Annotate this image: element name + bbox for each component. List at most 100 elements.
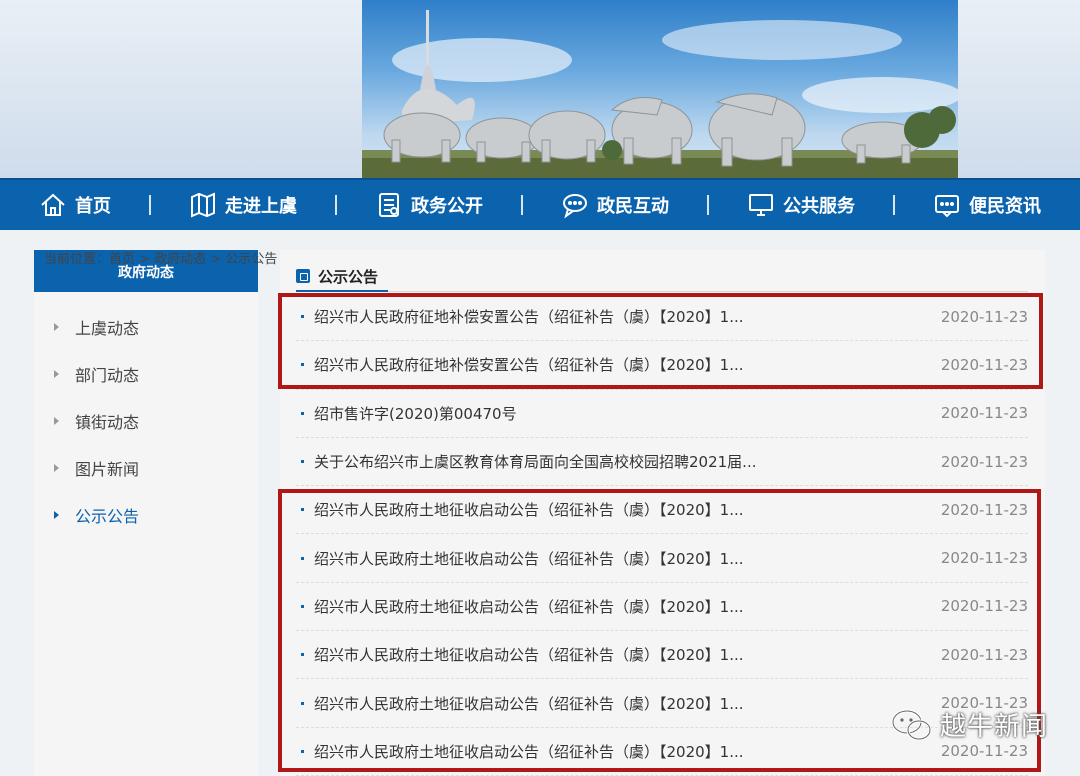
document-icon xyxy=(379,193,399,217)
list-item-date: 2020-11-23 xyxy=(940,307,1028,326)
nav-interaction-label: 政民互动 xyxy=(597,196,669,217)
breadcrumb-prefix: 当前位置： xyxy=(44,252,110,267)
main-nav: 首页 走进上虞 政务公开 政民互动 公共服务 便民资讯 xyxy=(0,178,1080,230)
bullet-icon xyxy=(301,411,304,415)
list-item-title[interactable]: 绍兴市人民政府土地征收启动公告（绍征补告（虞）【2020】1... xyxy=(314,693,744,714)
list-item-left: 关于公布绍兴市上虞区教育体育局面向全国高校校园招聘2021届... xyxy=(296,451,756,472)
breadcrumb-separator: > xyxy=(206,252,226,267)
nav-gov-affairs-label: 政务公开 xyxy=(411,196,483,217)
list-item[interactable]: 绍市售许字(2020)第00470号 2020-11-23 xyxy=(296,390,1028,438)
list-item-title[interactable]: 绍兴市人民政府土地征收启动公告（绍征补告（虞）【2020】1... xyxy=(314,548,744,569)
sidebar-item-label: 镇街动态 xyxy=(75,412,140,432)
list-item[interactable]: 绍兴市人民政府土地征收启动公告（绍征补告（虞）【2020】1... 2020-11… xyxy=(296,583,1028,632)
bullet-icon xyxy=(301,315,304,319)
announcement-list: 绍兴市人民政府征地补偿安置公告（绍征补告（虞）【2020】1... 2020-11… xyxy=(296,293,1028,776)
tab-label: 公示公告 xyxy=(318,267,379,286)
list-item-left: 绍市售许字(2020)第00470号 xyxy=(296,403,517,424)
bullet-icon xyxy=(301,604,304,608)
tab-announcements[interactable]: 公示公告 xyxy=(296,262,389,292)
nav-divider xyxy=(893,195,895,215)
list-item-left: 绍兴市人民政府土地征收启动公告（绍征补告（虞）【2020】1... xyxy=(296,644,744,665)
message-icon xyxy=(935,195,959,218)
sidebar-item-announcements[interactable]: 公示公告 xyxy=(34,491,258,538)
list-item-date: 2020-11-23 xyxy=(940,355,1028,374)
nav-about[interactable]: 走进上虞 xyxy=(189,191,297,219)
nav-about-label: 走进上虞 xyxy=(225,196,297,217)
nav-divider xyxy=(521,195,523,215)
bullet-icon xyxy=(301,556,304,560)
list-item[interactable]: 绍兴市人民政府征地补偿安置公告（绍征补告（虞）【2020】1... 2020-11… xyxy=(296,341,1028,390)
list-item-date: 2020-11-23 xyxy=(940,742,1028,761)
list-item-title[interactable]: 关于公布绍兴市上虞区教育体育局面向全国高校校园招聘2021届... xyxy=(314,451,756,472)
banner-sculpture-image xyxy=(362,10,958,178)
list-item-title[interactable]: 绍兴市人民政府征地补偿安置公告（绍征补告（虞）【2020】1... xyxy=(314,306,744,327)
breadcrumb-home-link[interactable]: 首页 xyxy=(109,252,135,267)
list-item-left: 绍兴市人民政府土地征收启动公告（绍征补告（虞）【2020】1... xyxy=(296,499,744,520)
caret-right-icon xyxy=(54,416,59,425)
list-item-title[interactable]: 绍兴市人民政府土地征收启动公告（绍征补告（虞）【2020】1... xyxy=(314,596,744,617)
list-item-left: 绍兴市人民政府征地补偿安置公告（绍征补告（虞）【2020】1... xyxy=(296,306,744,327)
sidebar-item-label: 上虞动态 xyxy=(75,318,140,338)
sidebar-item-label: 公示公告 xyxy=(75,506,140,526)
caret-right-icon xyxy=(54,322,59,331)
nav-interaction[interactable]: 政民互动 xyxy=(561,191,669,219)
nav-info-label: 便民资讯 xyxy=(969,196,1041,217)
nav-info[interactable]: 便民资讯 xyxy=(933,191,1041,219)
list-item[interactable]: 绍兴市人民政府土地征收启动公告（绍征补告（虞）【2020】1... 2020-11… xyxy=(296,486,1028,535)
breadcrumb-current: 公示公告 xyxy=(225,252,278,267)
list-item-title[interactable]: 绍兴市人民政府征地补偿安置公告（绍征补告（虞）【2020】1... xyxy=(314,354,744,375)
list-item-date: 2020-11-23 xyxy=(940,500,1028,519)
nav-gov-affairs[interactable]: 政务公开 xyxy=(375,191,483,219)
nav-public-service-label: 公共服务 xyxy=(783,196,855,217)
header-banner xyxy=(0,0,1080,178)
sidebar-list: 上虞动态 部门动态 镇街动态 图片新闻 公示公告 xyxy=(34,292,258,538)
nav-divider xyxy=(149,195,151,215)
bullet-icon xyxy=(301,363,304,367)
list-item[interactable]: 关于公布绍兴市上虞区教育体育局面向全国高校校园招聘2021届... 2020-11… xyxy=(296,438,1028,487)
list-item-title[interactable]: 绍兴市人民政府土地征收启动公告（绍征补告（虞）【2020】1... xyxy=(314,499,744,520)
nav-public-service[interactable]: 公共服务 xyxy=(747,191,855,219)
breadcrumb: 当前位置：首页 > 政府动态 > 公示公告 xyxy=(44,248,277,267)
watermark: 越牛新闻 xyxy=(890,706,1048,743)
list-item[interactable]: 绍兴市人民政府征地补偿安置公告（绍征补告（虞）【2020】1... 2020-11… xyxy=(296,293,1028,342)
bullet-icon xyxy=(301,701,304,705)
sidebar-item-label: 图片新闻 xyxy=(75,459,140,479)
watermark-text: 越牛新闻 xyxy=(940,712,1049,742)
breadcrumb-separator: > xyxy=(135,252,155,267)
content-header: 公示公告 xyxy=(296,262,1028,292)
breadcrumb-section-link[interactable]: 政府动态 xyxy=(154,252,206,267)
list-item-date: 2020-11-23 xyxy=(940,645,1028,664)
list-item-date: 2020-11-23 xyxy=(940,452,1028,471)
list-item-date: 2020-11-23 xyxy=(940,597,1028,616)
list-item-left: 绍兴市人民政府土地征收启动公告（绍征补告（虞）【2020】1... xyxy=(296,741,744,762)
list-item-title[interactable]: 绍兴市人民政府土地征收启动公告（绍征补告（虞）【2020】1... xyxy=(314,741,744,762)
bullet-icon xyxy=(301,653,304,657)
chat-icon xyxy=(563,194,587,219)
list-item-title[interactable]: 绍兴市人民政府土地征收启动公告（绍征补告（虞）【2020】1... xyxy=(314,644,744,665)
monitor-icon xyxy=(749,194,773,216)
sidebar-item-department-news[interactable]: 部门动态 xyxy=(34,350,258,397)
map-icon xyxy=(191,192,215,218)
list-item-title[interactable]: 绍市售许字(2020)第00470号 xyxy=(314,403,517,424)
document-icon xyxy=(296,269,310,283)
nav-home-label: 首页 xyxy=(75,196,111,217)
nav-divider xyxy=(335,195,337,215)
content-panel: 公示公告 绍兴市人民政府征地补偿安置公告（绍征补告（虞）【2020】1... 20… xyxy=(280,250,1045,776)
sidebar: 政府动态 上虞动态 部门动态 镇街动态 图片新闻 公示公告 xyxy=(34,250,258,776)
caret-right-icon xyxy=(54,463,59,472)
sidebar-item-town-news[interactable]: 镇街动态 xyxy=(34,397,258,444)
wechat-icon xyxy=(891,709,932,740)
list-item-left: 绍兴市人民政府土地征收启动公告（绍征补告（虞）【2020】1... xyxy=(296,548,744,569)
sidebar-item-label: 部门动态 xyxy=(75,365,140,385)
list-item-date: 2020-11-23 xyxy=(940,549,1028,568)
list-item-left: 绍兴市人民政府征地补偿安置公告（绍征补告（虞）【2020】1... xyxy=(296,354,744,375)
caret-right-icon xyxy=(54,369,59,378)
list-item-date: 2020-11-23 xyxy=(940,404,1028,423)
bullet-icon xyxy=(301,460,304,464)
list-item[interactable]: 绍兴市人民政府土地征收启动公告（绍征补告（虞）【2020】1... 2020-11… xyxy=(296,631,1028,680)
list-item[interactable]: 绍兴市人民政府土地征收启动公告（绍征补告（虞）【2020】1... 2020-11… xyxy=(296,534,1028,583)
nav-home[interactable]: 首页 xyxy=(39,191,111,219)
sidebar-item-photo-news[interactable]: 图片新闻 xyxy=(34,444,258,491)
list-item-left: 绍兴市人民政府土地征收启动公告（绍征补告（虞）【2020】1... xyxy=(296,693,744,714)
sidebar-item-shangyu-news[interactable]: 上虞动态 xyxy=(34,303,258,350)
